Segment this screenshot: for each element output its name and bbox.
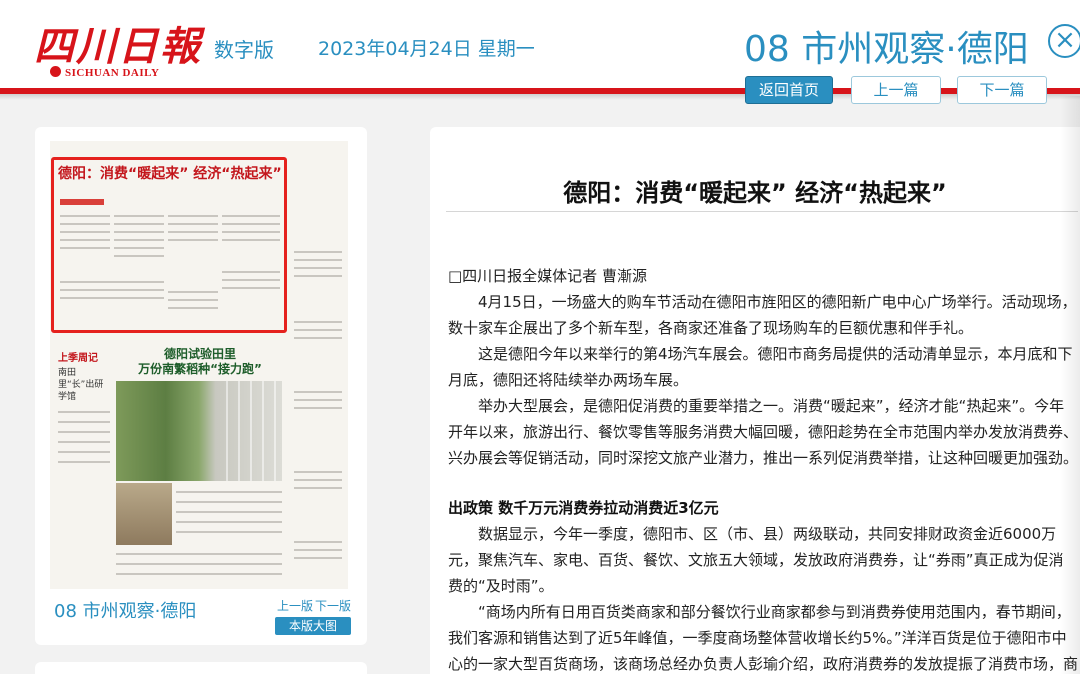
title-divider [446, 211, 1078, 212]
thumb-text-line [294, 259, 342, 261]
thumb-text-line [176, 511, 282, 513]
article-paragraph: 举办大型展会，是德阳促消费的重要举措之一。消费“暖起来”，经济才能“热起来”。今… [448, 397, 1079, 467]
current-article-highlight[interactable] [51, 157, 287, 333]
thumb-text-line [294, 557, 342, 559]
logo-english-text: SICHUAN DAILY [65, 67, 160, 79]
article-panel: 德阳：消费“暖起来” 经济“热起来” □四川日报全媒体记者 曹漸源 4月15日，… [430, 127, 1080, 674]
page-pagination: 上一版 下一版 [275, 597, 351, 614]
secondary-card [35, 662, 367, 674]
article-paragraph: 这是德阳今年以来举行的第4场汽车展会。德阳市商务局提供的活动清单显示，本月底和下… [448, 345, 1073, 389]
close-icon[interactable]: × [1048, 24, 1080, 58]
section-title: 08 市州观察·德阳 [744, 29, 1029, 70]
thumb-text-line [58, 431, 110, 433]
thumb-photo-title-line: 万份南繁稻种“接力跑” [138, 362, 262, 376]
full-page-button[interactable]: 本版大图 [275, 617, 351, 635]
thumb-text-line [116, 573, 282, 575]
page-label[interactable]: 08 市州观察·德阳 [54, 597, 196, 623]
thumb-text-line [176, 521, 282, 523]
newspaper-logo[interactable]: 四川日報 [34, 14, 202, 72]
thumb-text-line [294, 329, 342, 331]
thumb-column-label: 上季周记 [58, 353, 98, 364]
thumb-text-line [294, 487, 342, 489]
next-article-button[interactable]: 下一篇 [957, 76, 1047, 104]
scroll-edge-shadow [1060, 96, 1080, 674]
thumb-text-line [294, 267, 342, 269]
thumb-text-line [294, 275, 342, 277]
thumb-text-line [176, 491, 282, 493]
article-paragraph: 数据显示，今年一季度，德阳市、区（市、县）两级联动，共同安排财政资金近6000万… [448, 525, 1064, 595]
edition-label: 数字版 [214, 38, 274, 62]
thumb-text-line [58, 441, 110, 443]
prev-page-link[interactable]: 上一版 [277, 599, 313, 613]
issue-date: 2023年04月24日 星期一 [318, 38, 535, 60]
photo-stripe [250, 381, 252, 481]
article-subheading: 出政策 数千万元消费券拉动消费近3亿元 [448, 499, 719, 517]
thumb-text-line [294, 321, 342, 323]
newspaper-logo-english: SICHUAN DAILY [50, 66, 159, 79]
page-thumbnail-card: 德阳：消费“暖起来” 经济“热起来” 上季周记 南田里“长”出研学馆 德阳试验田… [35, 127, 367, 645]
thumb-text-line [294, 251, 342, 253]
article-byline: □四川日报全媒体记者 曹漸源 [448, 267, 647, 285]
thumb-text-line [294, 549, 342, 551]
photo-stripe [238, 381, 240, 481]
thumb-text-line [294, 541, 342, 543]
home-button[interactable]: 返回首页 [745, 76, 833, 104]
thumb-text-line [176, 501, 282, 503]
thumb-text-line [58, 451, 110, 453]
prev-article-button[interactable]: 上一篇 [851, 76, 941, 104]
thumb-text-line [116, 563, 282, 565]
thumb-text-line [116, 553, 282, 555]
thumb-field-photo [116, 381, 282, 481]
thumb-text-line [58, 421, 110, 423]
thumb-text-line [294, 471, 342, 473]
photo-stripe [274, 381, 276, 481]
thumb-worker-photo [116, 483, 172, 545]
thumb-text-line [294, 479, 342, 481]
article-paragraph: 4月15日，一场盛大的购车节活动在德阳市旌阳区的德阳新广电中心广场举行。活动现场… [448, 293, 1077, 337]
seal-icon [50, 66, 61, 77]
thumb-text-line [58, 461, 110, 463]
article-body: □四川日报全媒体记者 曹漸源 4月15日，一场盛大的购车节活动在德阳市旌阳区的德… [448, 263, 1078, 674]
thumb-text-line [294, 407, 342, 409]
thumb-photo-title: 德阳试验田里 万份南繁稻种“接力跑” [118, 347, 282, 377]
thumb-text-line [294, 391, 342, 393]
next-page-link[interactable]: 下一版 [315, 599, 351, 613]
article-title: 德阳：消费“暖起来” 经济“热起来” [563, 179, 947, 207]
thumb-column-headline: 南田里“长”出研学馆 [58, 368, 104, 402]
thumb-text-line [294, 337, 342, 339]
photo-stripe [262, 381, 264, 481]
thumb-text-line [58, 411, 110, 413]
article-paragraph: “商场内所有日用百货类商家和部分餐饮行业商家都参与到消费券使用范围内，春节期间，… [448, 603, 1079, 673]
thumb-text-line [176, 531, 282, 533]
photo-stripe [226, 381, 228, 481]
thumb-text-line [294, 399, 342, 401]
thumb-photo-title-line: 德阳试验田里 [163, 347, 236, 361]
page-thumbnail[interactable]: 德阳：消费“暖起来” 经济“热起来” 上季周记 南田里“长”出研学馆 德阳试验田… [50, 141, 348, 589]
